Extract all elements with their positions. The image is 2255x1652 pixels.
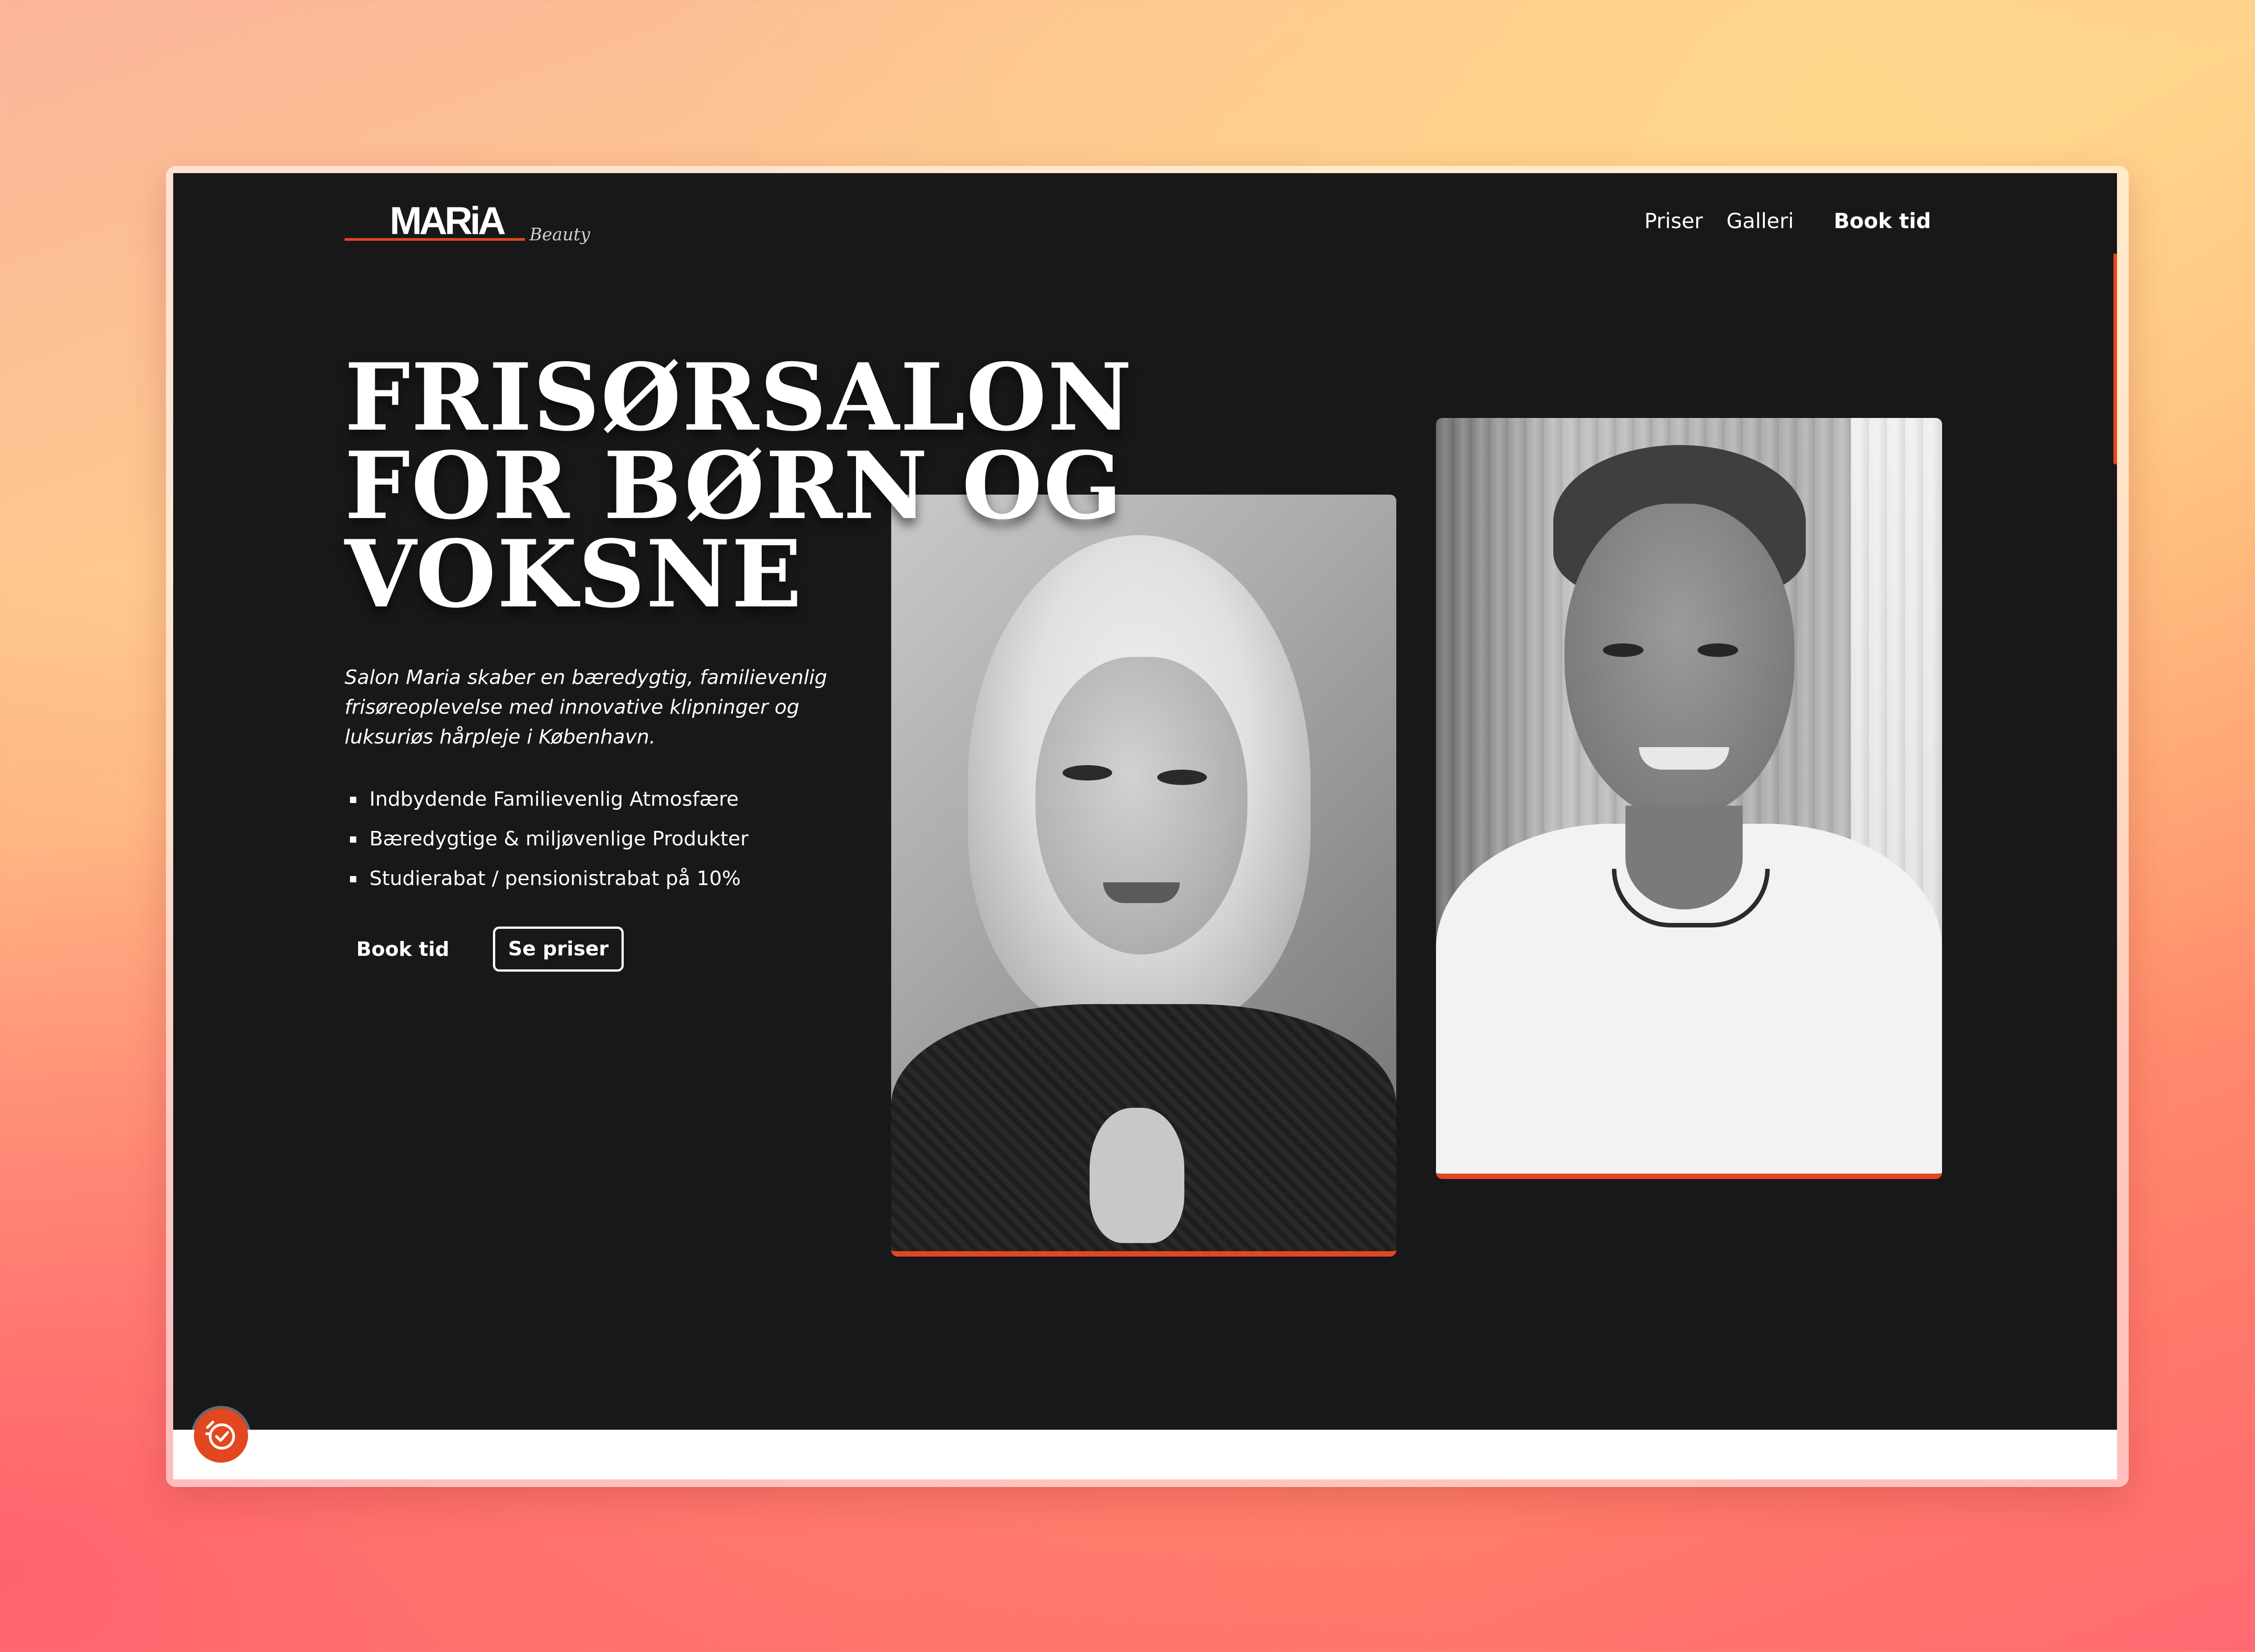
headline-line-1: FRISØRSALON [345, 344, 1133, 452]
bullet-icon [350, 836, 356, 843]
bullet-icon [350, 876, 356, 882]
woman-mouth [1103, 882, 1180, 903]
feature-item-label: Studierabat / pensionistrabat på 10% [369, 867, 741, 890]
nav-book-button[interactable]: Book tid [1834, 189, 1931, 252]
scrollbar-thumb[interactable] [2113, 253, 2117, 464]
headline-line-3: VOKSNE [345, 520, 803, 629]
clock-check-glyph [205, 1421, 235, 1450]
photo-man [1436, 418, 1942, 1179]
man-eye [1603, 643, 1643, 657]
logo-sub-text: Beauty [529, 225, 590, 244]
clock-check-icon[interactable] [194, 1409, 248, 1463]
feature-item: Bæredygtige & miljøvenlige Produkter [345, 819, 886, 859]
hero-intro: Salon Maria skaber en bæredygtig, famili… [345, 666, 828, 748]
woman-eye [1157, 770, 1207, 785]
see-prices-button[interactable]: Se priser [493, 927, 624, 972]
bullet-icon [350, 797, 356, 803]
nav-link-galleri[interactable]: Galleri [1726, 189, 1794, 252]
nav-link-priser[interactable]: Priser [1644, 189, 1703, 252]
next-section-strip [173, 1430, 2117, 1479]
feature-list: Indbydende Familievenlig Atmosfære Bæred… [345, 780, 886, 899]
woman-hand [1090, 1108, 1184, 1243]
man-face [1565, 504, 1795, 819]
woman-face [1035, 657, 1247, 954]
website-screen: MARiA Beauty Priser Galleri Book tid FRI… [173, 173, 2117, 1479]
feature-item: Studierabat / pensionistrabat på 10% [345, 859, 886, 899]
man-mouth [1639, 747, 1729, 770]
headline-line-2: FOR BØRN OG [345, 432, 1123, 540]
feature-item-label: Indbydende Familievenlig Atmosfære [369, 788, 739, 811]
logo[interactable]: MARiA Beauty [345, 189, 597, 252]
hero-headline: FRISØRSALON FOR BØRN OG VOKSNE [345, 344, 1201, 629]
logo-underline [345, 238, 525, 241]
feature-item-label: Bæredygtige & miljøvenlige Produkter [369, 827, 749, 850]
man-eye [1698, 643, 1738, 657]
feature-item: Indbydende Familievenlig Atmosfære [345, 780, 886, 819]
woman-eye [1063, 765, 1112, 780]
book-button[interactable]: Book tid [356, 927, 449, 972]
logo-main-text: MARiA [390, 199, 506, 243]
